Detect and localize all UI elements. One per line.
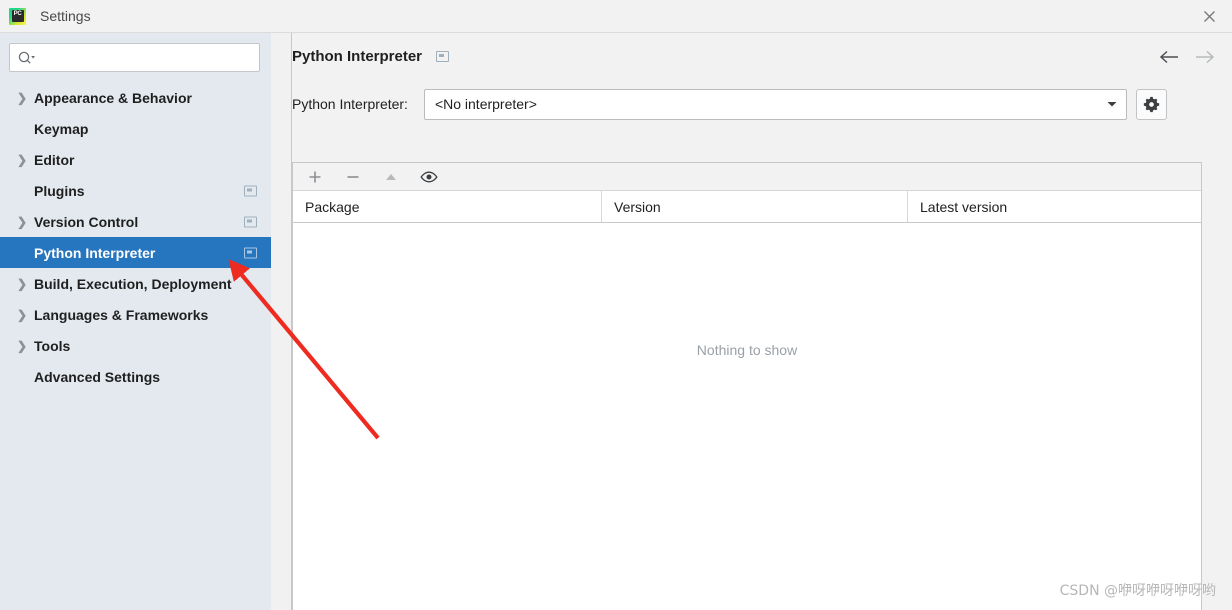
interpreter-dropdown[interactable]: <No interpreter>: [423, 88, 1127, 120]
sidebar-item-keymap[interactable]: ❯ Keymap: [0, 113, 271, 144]
forward-button[interactable]: [1194, 46, 1216, 68]
interpreter-row: Python Interpreter: <No interpreter>: [292, 88, 1232, 120]
packages-table-header: Package Version Latest version: [293, 191, 1201, 223]
settings-sidebar: ❯ Appearance & Behavior ❯ Keymap ❯ Edito…: [0, 33, 271, 610]
project-scope-badge-icon: [244, 185, 257, 196]
sidebar-item-editor[interactable]: ❯ Editor: [0, 144, 271, 175]
chevron-right-icon: ❯: [16, 276, 28, 291]
chevron-down-icon[interactable]: [1098, 90, 1126, 119]
plus-icon: [309, 171, 321, 182]
packages-panel: Package Version Latest version Nothing t…: [292, 162, 1202, 610]
search-icon: [18, 51, 36, 65]
main-panel: Python Interpreter Python Interpreter: <…: [292, 33, 1232, 610]
empty-state-message: Nothing to show: [696, 342, 798, 358]
sidebar-search-wrap: [0, 33, 271, 72]
interpreter-value: <No interpreter>: [434, 96, 537, 112]
arrow-up-icon: [386, 173, 396, 180]
install-package-button[interactable]: [305, 167, 325, 187]
eye-icon: [420, 171, 438, 182]
uninstall-package-button[interactable]: [343, 167, 363, 187]
sidebar-item-label: Build, Execution, Deployment: [34, 275, 232, 292]
sidebar-splitter[interactable]: [271, 33, 292, 610]
page-title: Python Interpreter: [292, 47, 423, 65]
chevron-right-icon: ❯: [16, 338, 28, 353]
sidebar-item-version-control[interactable]: ❯ Version Control: [0, 206, 271, 237]
close-button[interactable]: [1186, 0, 1232, 32]
nav-arrows: [1158, 46, 1216, 68]
sidebar-item-appearance-behavior[interactable]: ❯ Appearance & Behavior: [0, 82, 271, 113]
sidebar-item-languages-frameworks[interactable]: ❯ Languages & Frameworks: [0, 299, 271, 330]
settings-window: PC Settings ❯ Appearance & Behavior Keym…: [0, 0, 1232, 610]
upgrade-package-button[interactable]: [381, 167, 401, 187]
sidebar-item-label: Editor: [34, 151, 75, 168]
sidebar-item-label: Appearance & Behavior: [34, 89, 192, 106]
chevron-right-icon: ❯: [16, 214, 28, 229]
pycharm-icon: PC: [9, 7, 26, 25]
project-scope-badge-icon: [244, 247, 257, 258]
packages-toolbar: [293, 163, 1201, 191]
sidebar-item-advanced-settings[interactable]: ❯ Advanced Settings: [0, 361, 271, 392]
minus-icon: [347, 175, 359, 178]
search-box[interactable]: [9, 43, 260, 72]
show-early-releases-button[interactable]: [419, 167, 439, 187]
sidebar-item-label: Keymap: [34, 120, 89, 137]
chevron-right-icon: ❯: [16, 307, 28, 322]
sidebar-item-label: Tools: [34, 337, 71, 354]
close-icon: [1203, 10, 1215, 22]
back-button[interactable]: [1158, 46, 1180, 68]
interpreter-settings-button[interactable]: [1135, 88, 1167, 120]
sidebar-item-label: Version Control: [34, 213, 139, 230]
chevron-right-icon: ❯: [16, 152, 28, 167]
panel-header: Python Interpreter: [292, 33, 1232, 79]
project-scope-badge-icon: [436, 50, 450, 62]
window-title: Settings: [40, 8, 91, 24]
sidebar-item-build-execution-deployment[interactable]: ❯ Build, Execution, Deployment: [0, 268, 271, 299]
sidebar-item-label: Advanced Settings: [34, 368, 161, 385]
sidebar-item-label: Python Interpreter: [34, 244, 156, 261]
column-header-version[interactable]: Version: [602, 191, 908, 222]
sidebar-item-label: Languages & Frameworks: [34, 306, 209, 323]
sidebar-item-tools[interactable]: ❯ Tools: [0, 330, 271, 361]
interpreter-label: Python Interpreter:: [292, 96, 408, 112]
column-header-package[interactable]: Package: [293, 191, 602, 222]
pycharm-icon-label: PC: [11, 10, 24, 22]
watermark: CSDN @咿呀咿呀咿呀哟: [1059, 583, 1216, 599]
arrow-right-icon: [1196, 50, 1215, 64]
search-input[interactable]: [42, 50, 242, 65]
settings-tree: ❯ Appearance & Behavior ❯ Keymap ❯ Edito…: [0, 82, 271, 392]
column-header-latest-version[interactable]: Latest version: [908, 191, 1201, 222]
sidebar-item-python-interpreter[interactable]: ❯ Python Interpreter: [0, 237, 271, 268]
sidebar-item-plugins[interactable]: ❯ Plugins: [0, 175, 271, 206]
packages-table-body: Nothing to show: [293, 223, 1201, 609]
project-scope-badge-icon: [244, 216, 257, 227]
title-bar: PC Settings: [0, 0, 1232, 33]
chevron-right-icon: ❯: [16, 90, 28, 105]
arrow-left-icon: [1159, 50, 1178, 64]
sidebar-item-label: Plugins: [34, 182, 85, 199]
gear-icon: [1143, 96, 1160, 112]
